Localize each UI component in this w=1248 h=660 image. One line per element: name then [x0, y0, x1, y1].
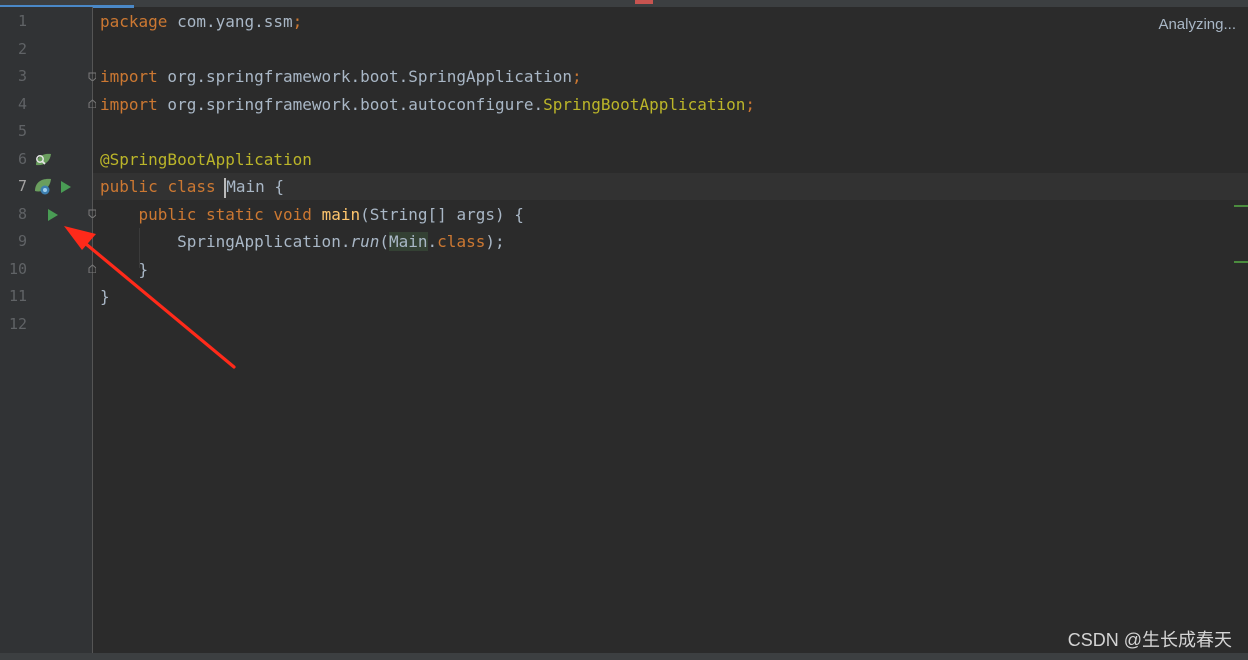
editor-tab-strip: [0, 0, 1248, 8]
code-line-7[interactable]: public class Main {: [100, 173, 284, 200]
line-number: 10: [8, 260, 27, 278]
change-marker: [1234, 205, 1248, 207]
keyword: class: [437, 232, 486, 251]
highlighted-usage: Main: [389, 232, 428, 251]
semicolon: ;: [572, 67, 582, 86]
import-path: org.springframework.boot.SpringApplicati…: [157, 67, 573, 86]
keyword: void: [273, 205, 312, 224]
code-line-3[interactable]: import org.springframework.boot.SpringAp…: [100, 63, 582, 90]
code-line-6[interactable]: @SpringBootApplication: [100, 146, 312, 173]
brace: {: [264, 177, 285, 196]
tab-error-marker: [635, 0, 653, 4]
keyword: import: [100, 95, 158, 114]
class-name: Main: [226, 177, 265, 196]
line-number: 4: [17, 95, 27, 113]
keyword: import: [100, 67, 158, 86]
change-marker: [1234, 261, 1248, 263]
fold-marker[interactable]: [88, 99, 96, 108]
analysis-status: Analyzing...: [1158, 16, 1236, 33]
code-line-1[interactable]: package com.yang.ssm;: [100, 8, 302, 35]
paren: (: [379, 232, 389, 251]
run-icon[interactable]: [47, 208, 59, 222]
keyword: public: [100, 177, 158, 196]
semicolon: ;: [292, 12, 303, 31]
run-icon[interactable]: [60, 180, 72, 194]
dot: .: [427, 232, 438, 251]
line-number: 6: [17, 150, 27, 168]
spring-bean-find-icon[interactable]: [33, 151, 53, 169]
fold-marker[interactable]: [88, 72, 96, 81]
spring-bean-icon[interactable]: [33, 177, 53, 197]
fold-marker[interactable]: [88, 209, 96, 218]
static-method-call: run: [350, 232, 380, 251]
red-arrow-icon: [64, 226, 236, 369]
keyword: class: [167, 177, 216, 196]
paren: );: [485, 232, 505, 251]
line-number: 7: [17, 177, 27, 195]
line-number: 11: [8, 287, 27, 305]
line-number: 5: [17, 122, 27, 140]
line-number: 3: [17, 67, 27, 85]
semicolon: ;: [745, 95, 756, 114]
line-number: 1: [17, 12, 27, 30]
line-number: 2: [17, 40, 27, 58]
line-number: 12: [8, 315, 27, 333]
annotation: @SpringBootApplication: [100, 150, 312, 169]
package-name: com.yang.ssm: [167, 12, 293, 31]
line-number: 8: [17, 205, 27, 223]
method-signature: (String[] args) {: [360, 205, 524, 224]
keyword: package: [100, 12, 168, 31]
line-number: 9: [17, 232, 27, 250]
watermark: CSDN @生长成春天: [1067, 630, 1232, 650]
method-name: main: [321, 205, 361, 224]
annotation-class: SpringBootApplication: [543, 95, 746, 114]
bottom-scrollbar[interactable]: [0, 653, 1248, 660]
code-line-4[interactable]: import org.springframework.boot.autoconf…: [100, 91, 755, 118]
import-path: org.springframework.boot.autoconfigure.: [157, 95, 544, 114]
